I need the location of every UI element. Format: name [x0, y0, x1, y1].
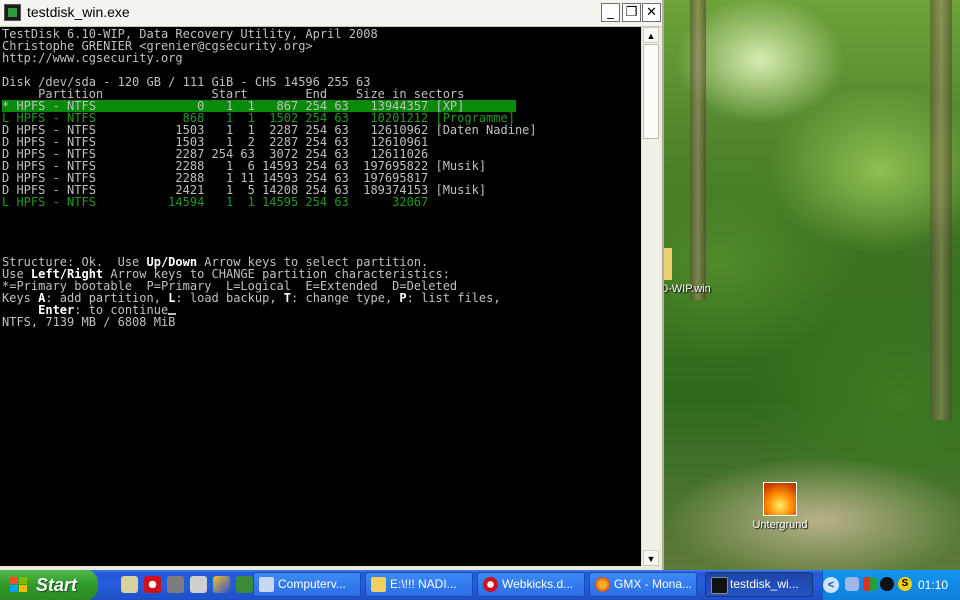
window-titlebar[interactable]: testdisk_win.exe _ ❐ ✕ — [0, 0, 662, 27]
help-text: : change type, — [291, 291, 400, 305]
help-text: : load backup, — [175, 291, 284, 305]
help-key: T — [283, 291, 292, 305]
computer-icon — [259, 577, 274, 592]
system-tray: < S 01:10 — [822, 570, 960, 600]
console-output[interactable]: TestDisk 6.10-WIP, Data Recovery Utility… — [0, 27, 641, 566]
tree-trunk — [930, 0, 952, 420]
console-window[interactable]: testdisk_win.exe _ ❐ ✕ TestDisk 6.10-WIP… — [0, 0, 664, 570]
desktop-icon-label: Untergrund — [752, 519, 808, 531]
quicklaunch-cmd-icon[interactable] — [190, 576, 207, 593]
help-text: : list files, — [406, 291, 501, 305]
skype-icon[interactable]: S — [898, 577, 912, 591]
quicklaunch-tools-icon[interactable] — [167, 576, 184, 593]
close-button[interactable]: ✕ — [642, 3, 661, 22]
scroll-up-arrow-icon[interactable]: ▲ — [643, 27, 659, 43]
taskbar-item-computer[interactable]: Computerv... — [253, 572, 361, 597]
quicklaunch-opera-icon[interactable] — [144, 576, 161, 593]
terminal-icon — [4, 4, 21, 21]
opera-icon — [483, 577, 498, 592]
scroll-down-arrow-icon[interactable]: ▼ — [643, 550, 659, 566]
taskbar-item-label: GMX - Mona... — [614, 577, 693, 591]
help-key: P — [399, 291, 407, 305]
taskbar: Start Computerv... E:\!!! NADI... Webkic… — [0, 570, 960, 600]
taskbar-item-label: testdisk_wi... — [730, 577, 799, 591]
terminal-icon — [711, 577, 728, 594]
firefox-icon — [595, 577, 610, 592]
scrollbar-thumb[interactable] — [643, 44, 659, 139]
tray-app-icon[interactable] — [863, 577, 877, 591]
partition-row[interactable]: L HPFS - NTFS 14594 1 1 14595 254 63 320… — [2, 196, 428, 208]
window-title: testdisk_win.exe — [27, 4, 130, 20]
tray-expand-chevron-icon[interactable]: < — [823, 577, 839, 593]
taskbar-item-folder[interactable]: E:\!!! NADI... — [365, 572, 473, 597]
taskbar-item-gmx[interactable]: GMX - Mona... — [589, 572, 697, 597]
desktop-icon-label: 0-WIP.win — [662, 283, 711, 295]
windows-logo-icon — [10, 577, 27, 592]
partition-size-info: NTFS, 7139 MB / 6808 MiB — [2, 315, 176, 329]
console-line: http://www.cgsecurity.org — [2, 51, 183, 65]
start-button[interactable]: Start — [0, 570, 98, 600]
network-icon[interactable] — [845, 577, 859, 591]
quicklaunch-app-icon[interactable] — [236, 576, 253, 593]
taskbar-item-label: Webkicks.d... — [502, 577, 574, 591]
taskbar-item-label: Computerv... — [278, 577, 346, 591]
vertical-scrollbar[interactable]: ▲ ▼ — [641, 27, 660, 566]
desktop-icon-untergrund[interactable]: Untergrund — [735, 482, 825, 531]
maximize-button[interactable]: ❐ — [622, 3, 641, 22]
clock: 01:10 — [917, 578, 948, 592]
tray-moon-icon[interactable] — [880, 577, 894, 591]
minimize-button[interactable]: _ — [601, 3, 620, 22]
fire-image-icon — [763, 482, 797, 516]
taskbar-item-testdisk[interactable]: testdisk_wi... — [705, 572, 813, 597]
taskbar-item-webkicks[interactable]: Webkicks.d... — [477, 572, 585, 597]
quicklaunch-media-icon[interactable] — [213, 576, 230, 593]
quicklaunch-desktop-icon[interactable] — [121, 576, 138, 593]
folder-icon — [371, 577, 386, 592]
taskbar-item-label: E:\!!! NADI... — [390, 577, 457, 591]
start-label: Start — [36, 575, 78, 595]
